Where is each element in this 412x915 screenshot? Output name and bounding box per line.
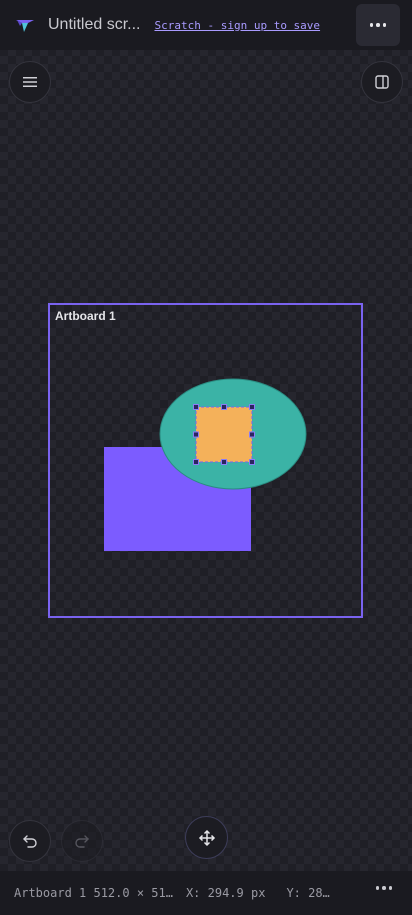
redo-icon [75,835,89,848]
undo-button[interactable] [9,820,51,862]
canvas-layer [104,378,307,551]
y-coordinate-readout: Y: 28… [286,886,330,900]
status-bar: Artboard 1 512.0 × 51… X: 294.9 px Y: 28… [0,871,412,915]
resize-handle-bottom [221,459,227,465]
resize-handle-top-left [193,404,199,410]
redo-button[interactable] [61,820,103,862]
artboard-size-readout: Artboard 1 512.0 × 51… [14,886,173,900]
status-more-button[interactable] [375,886,392,890]
resize-handle-bottom-left [193,459,199,465]
resize-handle-bottom-right [249,459,255,465]
resize-handle-top-right [249,404,255,410]
x-coordinate-readout: X: 294.9 px [185,886,266,900]
move-tool-button[interactable] [185,816,228,859]
resize-handle-top [221,404,227,410]
resize-handle-right [249,431,255,438]
orange-square-shape[interactable] [196,407,252,462]
resize-handle-left [193,431,199,438]
move-arrows-icon [198,829,215,846]
undo-icon [23,835,37,848]
more-dots-icon [375,886,392,890]
